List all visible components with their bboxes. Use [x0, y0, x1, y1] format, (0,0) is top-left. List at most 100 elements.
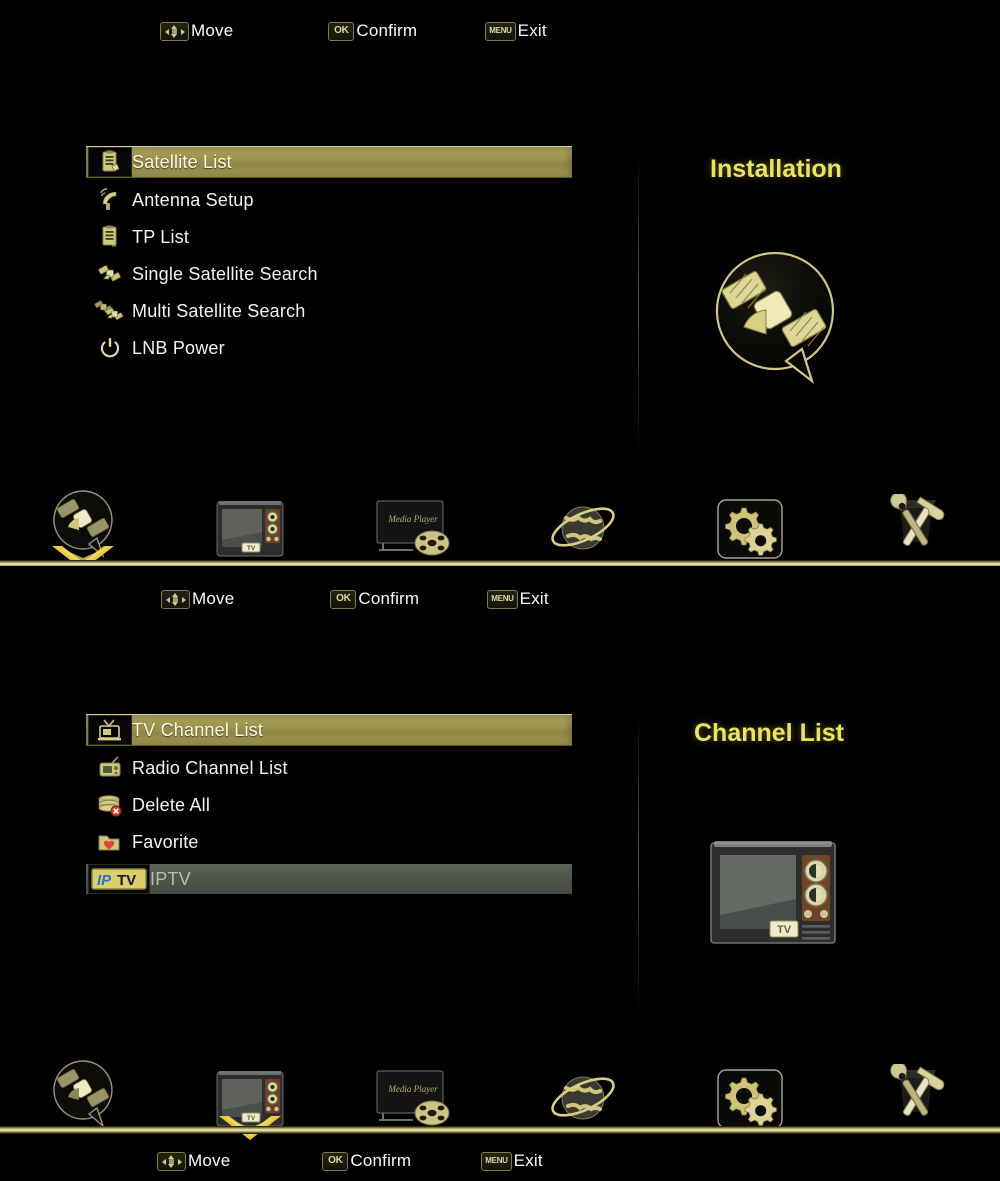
menu-item-multi-satellite-search[interactable]: Multi Satellite Search — [86, 296, 572, 326]
toolbar-item-system-setup[interactable] — [667, 468, 834, 560]
hint-confirm: OK Confirm — [328, 21, 417, 41]
menu-label: Antenna Setup — [132, 189, 254, 210]
hint-confirm-label: Confirm — [350, 1151, 412, 1170]
dpad-icon — [161, 589, 190, 609]
hint-exit: MENU Exit — [487, 589, 549, 609]
installation-toolbar: TV Media Player — [0, 468, 1000, 566]
svg-text:IP: IP — [97, 872, 112, 889]
toolbar-item-channel-list[interactable]: TV — [167, 468, 334, 560]
toolbar-item-media-player[interactable]: Media Player — [333, 1035, 500, 1130]
hint-move-label: Move — [188, 1151, 231, 1170]
toolbar-item-tools[interactable] — [833, 1035, 1000, 1130]
svg-text:w: w — [111, 243, 117, 249]
ok-key-icon: OK — [328, 21, 355, 41]
menu-label: LNB Power — [132, 337, 225, 358]
hint-move: Move — [161, 589, 234, 609]
iptv-icon: IP TV — [88, 864, 150, 894]
hint-confirm-label: Confirm — [358, 589, 420, 608]
menu-item-delete-all[interactable]: Delete All — [86, 790, 572, 820]
dpad-icon — [160, 21, 189, 41]
menu-item-satellite-list[interactable]: Satellite List — [86, 146, 572, 178]
menu-key-icon: MENU — [487, 589, 518, 609]
gears-icon — [717, 499, 783, 559]
installation-panel: Move OK Confirm MENU Exit Satellite List… — [0, 0, 1000, 566]
hint-bar-bottom: Move OK Confirm MENU Exit — [0, 1138, 1000, 1181]
hint-exit: MENU Exit — [485, 21, 547, 41]
svg-text:TV: TV — [777, 924, 792, 936]
channel-toolbar: TV Media Player — [0, 1035, 1000, 1140]
hint-move: Move — [160, 21, 233, 41]
menu-label: Single Satellite Search — [132, 263, 318, 284]
hint-confirm: OK Confirm — [330, 589, 419, 609]
tools-icon — [889, 494, 945, 546]
menu-item-iptv[interactable]: IP TV IPTV — [86, 864, 572, 894]
hint-move: Move — [157, 1151, 230, 1171]
hint-move-label: Move — [192, 589, 235, 608]
globe-icon — [551, 506, 616, 550]
hint-move-label: Move — [191, 21, 234, 40]
hint-confirm-label: Confirm — [356, 21, 418, 40]
menu-item-tv-channel-list[interactable]: TV Channel List — [86, 714, 572, 746]
menu-key-icon: MENU — [481, 1151, 512, 1171]
channel-list-side-title: Channel List — [694, 719, 845, 747]
toolbar-item-network[interactable] — [500, 1035, 667, 1130]
menu-item-antenna-setup[interactable]: Antenna Setup — [86, 185, 572, 215]
toolbar-item-installation[interactable] — [0, 468, 167, 566]
delete-all-icon — [88, 792, 132, 818]
channel-list-menu: TV Channel List Radio Channel List Delet… — [86, 714, 572, 901]
panel-divider — [638, 155, 639, 455]
menu-item-favorite[interactable]: Favorite — [86, 827, 572, 857]
menu-label: Multi Satellite Search — [132, 300, 306, 321]
power-icon — [88, 336, 132, 360]
ok-key-icon: OK — [330, 589, 357, 609]
hint-exit-label: Exit — [517, 21, 547, 40]
menu-item-single-satellite-search[interactable]: Single Satellite Search — [86, 259, 572, 289]
menu-item-radio-channel-list[interactable]: Radio Channel List — [86, 753, 572, 783]
tv-icon: TV — [216, 501, 284, 557]
svg-text:Media Player: Media Player — [387, 1084, 438, 1094]
menu-label: Favorite — [132, 831, 199, 852]
channel-list-panel: Move OK Confirm MENU Exit TV Channel Lis… — [0, 566, 1000, 1181]
hint-confirm: OK Confirm — [322, 1151, 411, 1171]
satellite-list-icon — [88, 147, 132, 177]
hint-exit-label: Exit — [513, 1151, 543, 1170]
single-satellite-icon — [88, 261, 132, 287]
favorite-icon — [88, 829, 132, 855]
tv-channel-icon — [88, 715, 132, 745]
tp-list-icon: w — [88, 224, 132, 250]
toolbar-item-media-player[interactable]: Media Player — [333, 468, 500, 560]
satellite-dish-icon — [700, 245, 850, 385]
svg-text:Media Player: Media Player — [387, 514, 438, 524]
menu-label: Delete All — [132, 794, 211, 815]
tools-icon — [889, 1064, 945, 1116]
radio-channel-icon — [88, 755, 132, 781]
menu-label: IPTV — [150, 868, 191, 889]
hint-exit-label: Exit — [519, 589, 549, 608]
menu-label: Satellite List — [132, 151, 232, 172]
installation-side-title: Installation — [710, 155, 842, 183]
toolbar-item-installation[interactable] — [0, 1035, 167, 1130]
bottom-separator-line — [0, 1126, 1000, 1134]
media-player-icon: Media Player — [376, 500, 450, 556]
gears-icon — [717, 1069, 783, 1129]
hint-bar-top: Move OK Confirm MENU Exit — [0, 8, 1000, 54]
menu-key-icon: MENU — [485, 21, 516, 41]
svg-text:TV: TV — [117, 872, 136, 889]
panel-divider — [638, 714, 639, 1014]
toolbar-item-channel-list[interactable]: TV — [167, 1035, 334, 1140]
svg-text:TV: TV — [247, 545, 256, 552]
menu-label: Radio Channel List — [132, 757, 288, 778]
menu-item-lnb-power[interactable]: LNB Power — [86, 333, 572, 363]
ok-key-icon: OK — [322, 1151, 349, 1171]
menu-label: TP List — [132, 226, 190, 247]
toolbar-item-tools[interactable] — [833, 468, 1000, 560]
media-player-icon: Media Player — [376, 1070, 450, 1126]
menu-item-tp-list[interactable]: w TP List — [86, 222, 572, 252]
menu-label: TV Channel List — [132, 719, 264, 740]
set-top-box-menu-screen: Move OK Confirm MENU Exit Satellite List… — [0, 0, 1000, 1181]
tv-set-icon: TV — [708, 837, 838, 947]
installation-menu: Satellite List Antenna Setup w TP List S… — [86, 146, 572, 370]
toolbar-item-system-setup[interactable] — [667, 1035, 834, 1130]
hint-bar-middle: Move OK Confirm MENU Exit — [0, 576, 1000, 622]
toolbar-item-network[interactable] — [500, 468, 667, 560]
